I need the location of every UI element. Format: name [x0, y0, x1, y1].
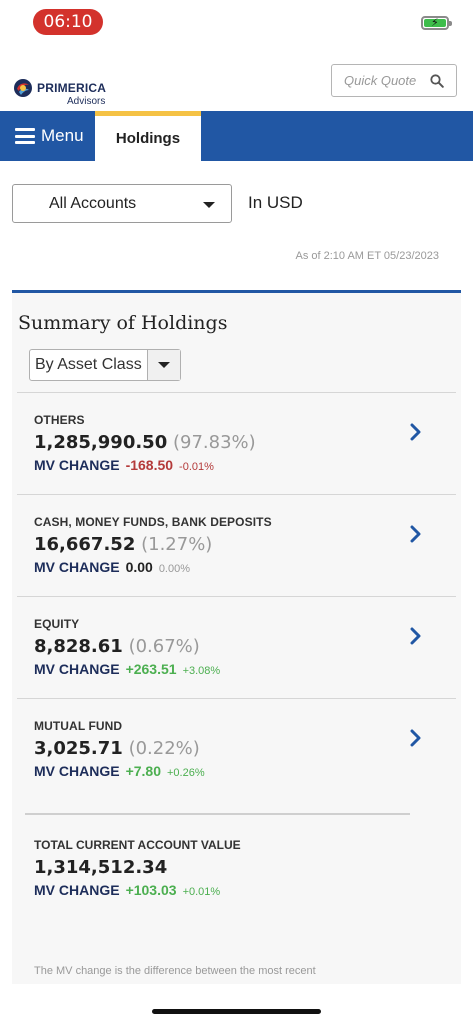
holding-row-cash[interactable]: CASH, MONEY FUNDS, BANK DEPOSITS 16,667.… — [17, 494, 456, 596]
mv-change-amount: 0.00 — [125, 559, 153, 575]
holding-percent: (1.27%) — [141, 534, 213, 555]
search-icon[interactable] — [430, 74, 444, 88]
account-dropdown-value: All Accounts — [49, 195, 137, 212]
mv-change-row: MV CHANGE 0.00 0.00% — [34, 559, 190, 575]
status-time: 06:10 — [33, 9, 103, 35]
holding-name: EQUITY — [34, 617, 80, 631]
holding-percent: (0.22%) — [128, 738, 200, 759]
holdings-summary-card: Summary of Holdings By Asset Class OTHER… — [12, 290, 461, 984]
total-value: 1,314,512.34 — [34, 857, 168, 878]
main-nav: Menu Holdings — [0, 111, 473, 161]
chevron-right-icon[interactable] — [410, 423, 422, 441]
logo-name: PRIMERICA — [37, 81, 107, 95]
mv-change-label: MV CHANGE — [34, 661, 120, 677]
caret-down-icon — [158, 362, 170, 368]
holding-value-line: 1,285,990.50 (97.83%) — [34, 432, 256, 453]
holding-name: OTHERS — [34, 413, 85, 427]
holding-value: 8,828.61 — [34, 636, 123, 657]
mv-change-percent: +3.08% — [182, 665, 221, 677]
holding-row-mutual-fund[interactable]: MUTUAL FUND 3,025.71 (0.22%) MV CHANGE +7… — [17, 698, 456, 800]
mv-change-amount: +7.80 — [125, 763, 161, 779]
mv-change-amount: +103.03 — [125, 882, 177, 898]
holding-row-equity[interactable]: EQUITY 8,828.61 (0.67%) MV CHANGE +263.51… — [17, 596, 456, 698]
mv-change-percent: 0.00% — [158, 563, 191, 575]
holding-value: 16,667.52 — [34, 534, 136, 555]
holding-percent: (0.67%) — [128, 636, 200, 657]
battery-icon: ⚡ — [421, 16, 452, 30]
menu-label: Menu — [41, 126, 84, 145]
chevron-right-icon[interactable] — [410, 525, 422, 543]
holding-value-line: 16,667.52 (1.27%) — [34, 534, 212, 555]
primerica-logo-icon — [14, 79, 32, 97]
mv-change-label: MV CHANGE — [34, 559, 120, 575]
as-of-timestamp: As of 2:10 AM ET 05/23/2023 — [295, 250, 439, 262]
currency-label: In USD — [248, 193, 303, 212]
group-by-dropdown[interactable]: By Asset Class — [29, 349, 181, 381]
holding-value: 3,025.71 — [34, 738, 123, 759]
home-indicator[interactable] — [152, 1009, 321, 1014]
holding-percent: (97.83%) — [172, 432, 256, 453]
caret-down-icon — [203, 202, 215, 208]
mv-change-row: MV CHANGE -168.50 -0.01% — [34, 457, 214, 473]
quick-quote-placeholder: Quick Quote — [344, 73, 417, 88]
mv-change-amount: +263.51 — [125, 661, 177, 677]
holding-name: CASH, MONEY FUNDS, BANK DEPOSITS — [34, 515, 272, 529]
holding-value-line: 8,828.61 (0.67%) — [34, 636, 200, 657]
logo-subtitle: Advisors — [67, 96, 106, 107]
account-dropdown[interactable]: All Accounts — [12, 184, 232, 223]
hamburger-icon — [15, 128, 35, 144]
mv-change-label: MV CHANGE — [34, 763, 120, 779]
mv-change-footnote: The MV change is the difference between … — [34, 965, 316, 977]
total-divider — [25, 813, 410, 815]
quick-quote-input[interactable]: Quick Quote — [331, 64, 457, 97]
holding-value: 1,285,990.50 — [34, 432, 168, 453]
mv-change-label: MV CHANGE — [34, 457, 120, 473]
mv-change-row: MV CHANGE +7.80 +0.26% — [34, 763, 205, 779]
summary-title: Summary of Holdings — [18, 312, 228, 334]
holding-value-line: 3,025.71 (0.22%) — [34, 738, 200, 759]
mv-change-percent: +0.01% — [182, 886, 221, 898]
group-by-value: By Asset Class — [35, 356, 142, 373]
menu-button[interactable]: Menu — [15, 111, 84, 161]
group-by-toggle-button[interactable] — [147, 350, 180, 380]
holding-row-others[interactable]: OTHERS 1,285,990.50 (97.83%) MV CHANGE -1… — [17, 392, 456, 494]
mv-change-amount: -168.50 — [125, 457, 174, 473]
primerica-logo: PRIMERICA Advisors — [13, 78, 123, 110]
total-label: TOTAL CURRENT ACCOUNT VALUE — [34, 838, 241, 852]
chevron-right-icon[interactable] — [410, 627, 422, 645]
holding-name: MUTUAL FUND — [34, 719, 123, 733]
tab-holdings[interactable]: Holdings — [95, 111, 201, 161]
status-bar: 06:10 ⚡ — [0, 0, 473, 44]
mv-change-percent: -0.01% — [179, 461, 214, 473]
total-mv-change-row: MV CHANGE +103.03 +0.01% — [34, 882, 220, 898]
chevron-right-icon[interactable] — [410, 729, 422, 747]
mv-change-label: MV CHANGE — [34, 882, 120, 898]
mv-change-percent: +0.26% — [167, 767, 205, 779]
mv-change-row: MV CHANGE +263.51 +3.08% — [34, 661, 220, 677]
